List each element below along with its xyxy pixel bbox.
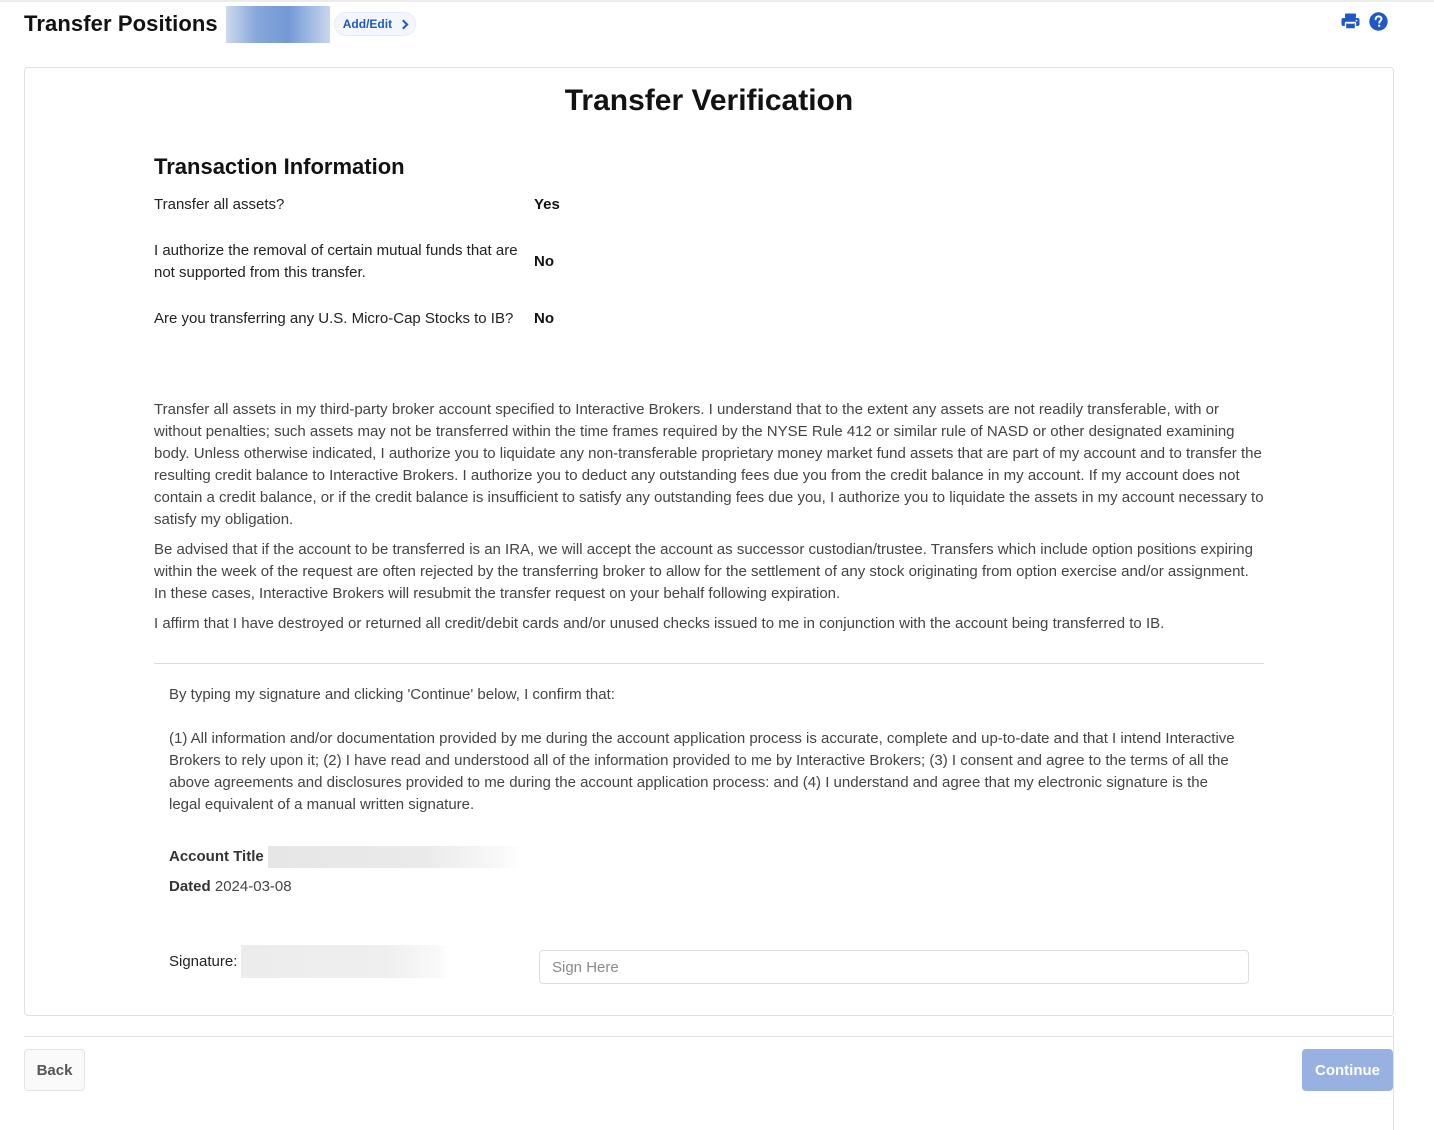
continue-button[interactable]: Continue bbox=[1302, 1049, 1393, 1091]
header-actions bbox=[1341, 12, 1388, 31]
question-text: I authorize the removal of certain mutua… bbox=[154, 242, 518, 281]
chevron-right-icon bbox=[398, 19, 409, 29]
legal-paragraph: Be advised that if the account to be tra… bbox=[154, 541, 1253, 602]
transaction-information-section: Transaction Information Transfer all ass… bbox=[154, 154, 1264, 327]
answer-value: No bbox=[534, 310, 554, 327]
card-title: Transfer Verification bbox=[564, 84, 854, 117]
section-title: Transaction Information bbox=[154, 154, 405, 179]
add-edit-label: Add/Edit bbox=[342, 17, 393, 31]
signature-label: Signature: bbox=[169, 953, 238, 970]
redacted-account-selector bbox=[225, 5, 330, 43]
answer-value: No bbox=[534, 253, 554, 270]
question-text: Are you transferring any U.S. Micro-Cap … bbox=[154, 310, 514, 327]
dated-row: Dated 2024-03-08 bbox=[169, 876, 292, 898]
qa-row: Are you transferring any U.S. Micro-Cap … bbox=[154, 308, 554, 330]
confirmation-body: (1) All information and/or documentation… bbox=[169, 730, 1235, 813]
legal-paragraph: I affirm that I have destroyed or return… bbox=[154, 615, 1165, 632]
answer-value: Yes bbox=[534, 196, 560, 213]
back-button[interactable]: Back bbox=[24, 1049, 85, 1091]
page-header: Transfer Positions Add/Edit bbox=[24, 4, 1394, 44]
section-divider bbox=[154, 663, 1264, 664]
signature-input[interactable] bbox=[539, 950, 1249, 984]
redacted-signature-name bbox=[241, 945, 450, 978]
top-border bbox=[0, 0, 1434, 2]
signature-confirmation: By typing my signature and clicking 'Con… bbox=[169, 684, 1239, 816]
help-icon[interactable] bbox=[1369, 12, 1388, 31]
account-title-row: Account Title bbox=[169, 846, 523, 868]
footer-divider bbox=[24, 1036, 1394, 1037]
right-rule bbox=[1393, 1016, 1394, 1130]
question-text: Transfer all assets? bbox=[154, 196, 285, 213]
legal-disclosures: Transfer all assets in my third-party br… bbox=[154, 399, 1264, 643]
qa-row: Transfer all assets? Yes bbox=[154, 194, 560, 216]
print-icon[interactable] bbox=[1341, 12, 1360, 31]
dated-value: 2024-03-08 bbox=[214, 878, 292, 895]
redacted-account-title bbox=[267, 846, 523, 868]
legal-paragraph: Transfer all assets in my third-party br… bbox=[154, 401, 1264, 528]
qa-row: I authorize the removal of certain mutua… bbox=[154, 240, 554, 284]
confirmation-lead: By typing my signature and clicking 'Con… bbox=[169, 686, 615, 703]
page-title: Transfer Positions bbox=[24, 11, 218, 36]
add-edit-button[interactable]: Add/Edit bbox=[333, 12, 417, 36]
account-title-label: Account Title bbox=[169, 848, 264, 865]
signature-row: Signature: bbox=[169, 945, 450, 978]
dated-label: Dated bbox=[169, 878, 211, 895]
verification-card: Transfer Verification Transaction Inform… bbox=[24, 67, 1394, 1016]
